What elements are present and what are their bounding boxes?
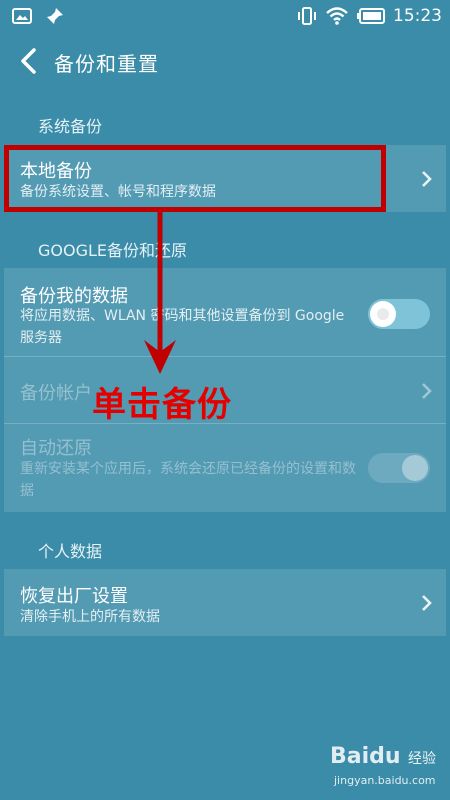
annotation-arrow-icon <box>144 212 176 374</box>
factory-reset-subtitle: 清除手机上的所有数据 <box>20 609 160 625</box>
chevron-right-icon <box>422 595 432 611</box>
factory-reset-item[interactable]: 恢复出厂设置 清除手机上的所有数据 <box>4 569 446 636</box>
page-title: 备份和重置 <box>54 52 159 76</box>
factory-reset-title: 恢复出厂设置 <box>20 586 128 607</box>
auto-restore-title: 自动还原 <box>20 438 92 459</box>
baidu-jingyan-watermark: Baidu 经验 jingyan.baidu.com <box>330 744 448 794</box>
watermark-label: 经验 <box>408 751 436 767</box>
section-header-system-backup: 系统备份 <box>38 117 103 136</box>
app-bar: 备份和重置 <box>0 34 450 88</box>
auto-restore-item[interactable]: 自动还原 重新安装某个应用后，系统会还原已经备份的设置和数据 <box>4 424 446 512</box>
back-arrow-icon[interactable] <box>16 46 42 76</box>
battery-icon <box>357 8 385 24</box>
auto-restore-subtitle: 重新安装某个应用后，系统会还原已经备份的设置和数据 <box>20 461 356 499</box>
wifi-icon <box>326 7 348 25</box>
chevron-right-icon <box>422 171 432 187</box>
backup-my-data-item[interactable]: 备份我的数据 将应用数据、WLAN 密码和其他设置备份到 Google 服务器 <box>4 268 446 356</box>
status-time: 15:23 <box>393 6 442 26</box>
backup-my-data-toggle[interactable] <box>368 299 430 329</box>
baidu-logo: Baidu <box>330 744 401 769</box>
vibrate-icon <box>298 7 316 25</box>
image-icon <box>12 8 32 24</box>
auto-restore-toggle[interactable] <box>368 453 430 483</box>
backup-account-title: 备份帐户 <box>20 383 92 404</box>
annotation-highlight-box <box>4 145 386 212</box>
chevron-right-icon <box>422 383 432 399</box>
section-header-personal: 个人数据 <box>38 542 103 561</box>
annotation-text: 单击备份 <box>92 385 232 425</box>
backup-my-data-subtitle: 将应用数据、WLAN 密码和其他设置备份到 Google 服务器 <box>20 308 345 346</box>
pin-icon <box>47 8 63 24</box>
status-bar: 15:23 <box>0 0 450 34</box>
watermark-url: jingyan.baidu.com <box>334 774 436 787</box>
